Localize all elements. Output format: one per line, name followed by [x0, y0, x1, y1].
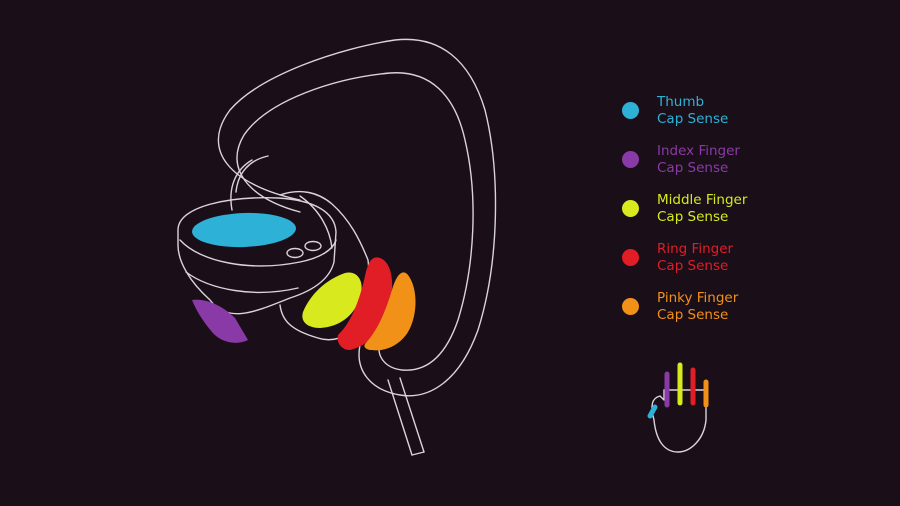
cable [387, 379, 413, 456]
legend-sublabel: Cap Sense [657, 110, 729, 127]
legend-item-thumb: Thumb Cap Sense [620, 94, 880, 127]
button-icon [286, 247, 304, 259]
legend: Thumb Cap Sense Index Finger Cap Sense M… [620, 94, 880, 339]
legend-sublabel: Cap Sense [657, 208, 729, 225]
cable [399, 377, 425, 453]
hand-thumb [647, 404, 658, 419]
grip-seam [299, 195, 333, 249]
legend-label: Thumb [657, 94, 705, 110]
legend-dot-pinky [622, 298, 639, 315]
index-sensor [192, 299, 248, 343]
legend-sublabel: Cap Sense [657, 306, 729, 323]
legend-dot-index [622, 151, 639, 168]
legend-dot-middle [622, 200, 639, 217]
thumb-sensor [192, 212, 296, 248]
legend-label: Ring Finger [657, 241, 734, 257]
legend-dot-thumb [622, 102, 639, 119]
legend-item-index: Index Finger Cap Sense [620, 143, 880, 176]
cable-end [411, 451, 425, 456]
button-icon [304, 240, 322, 252]
controller-head-lower [185, 271, 299, 294]
legend-label: Middle Finger [657, 192, 748, 208]
controller-diagram: Thumb Cap Sense Index Finger Cap Sense M… [0, 0, 900, 506]
legend-sublabel: Cap Sense [657, 257, 729, 274]
legend-label: Pinky Finger [657, 290, 739, 306]
legend-item-middle: Middle Finger Cap Sense [620, 192, 880, 225]
legend-item-pinky: Pinky Finger Cap Sense [620, 290, 880, 323]
legend-sublabel: Cap Sense [657, 159, 729, 176]
strap-line [235, 155, 269, 193]
legend-item-ring: Ring Finger Cap Sense [620, 241, 880, 274]
legend-dot-ring [622, 249, 639, 266]
legend-label: Index Finger [657, 143, 740, 159]
